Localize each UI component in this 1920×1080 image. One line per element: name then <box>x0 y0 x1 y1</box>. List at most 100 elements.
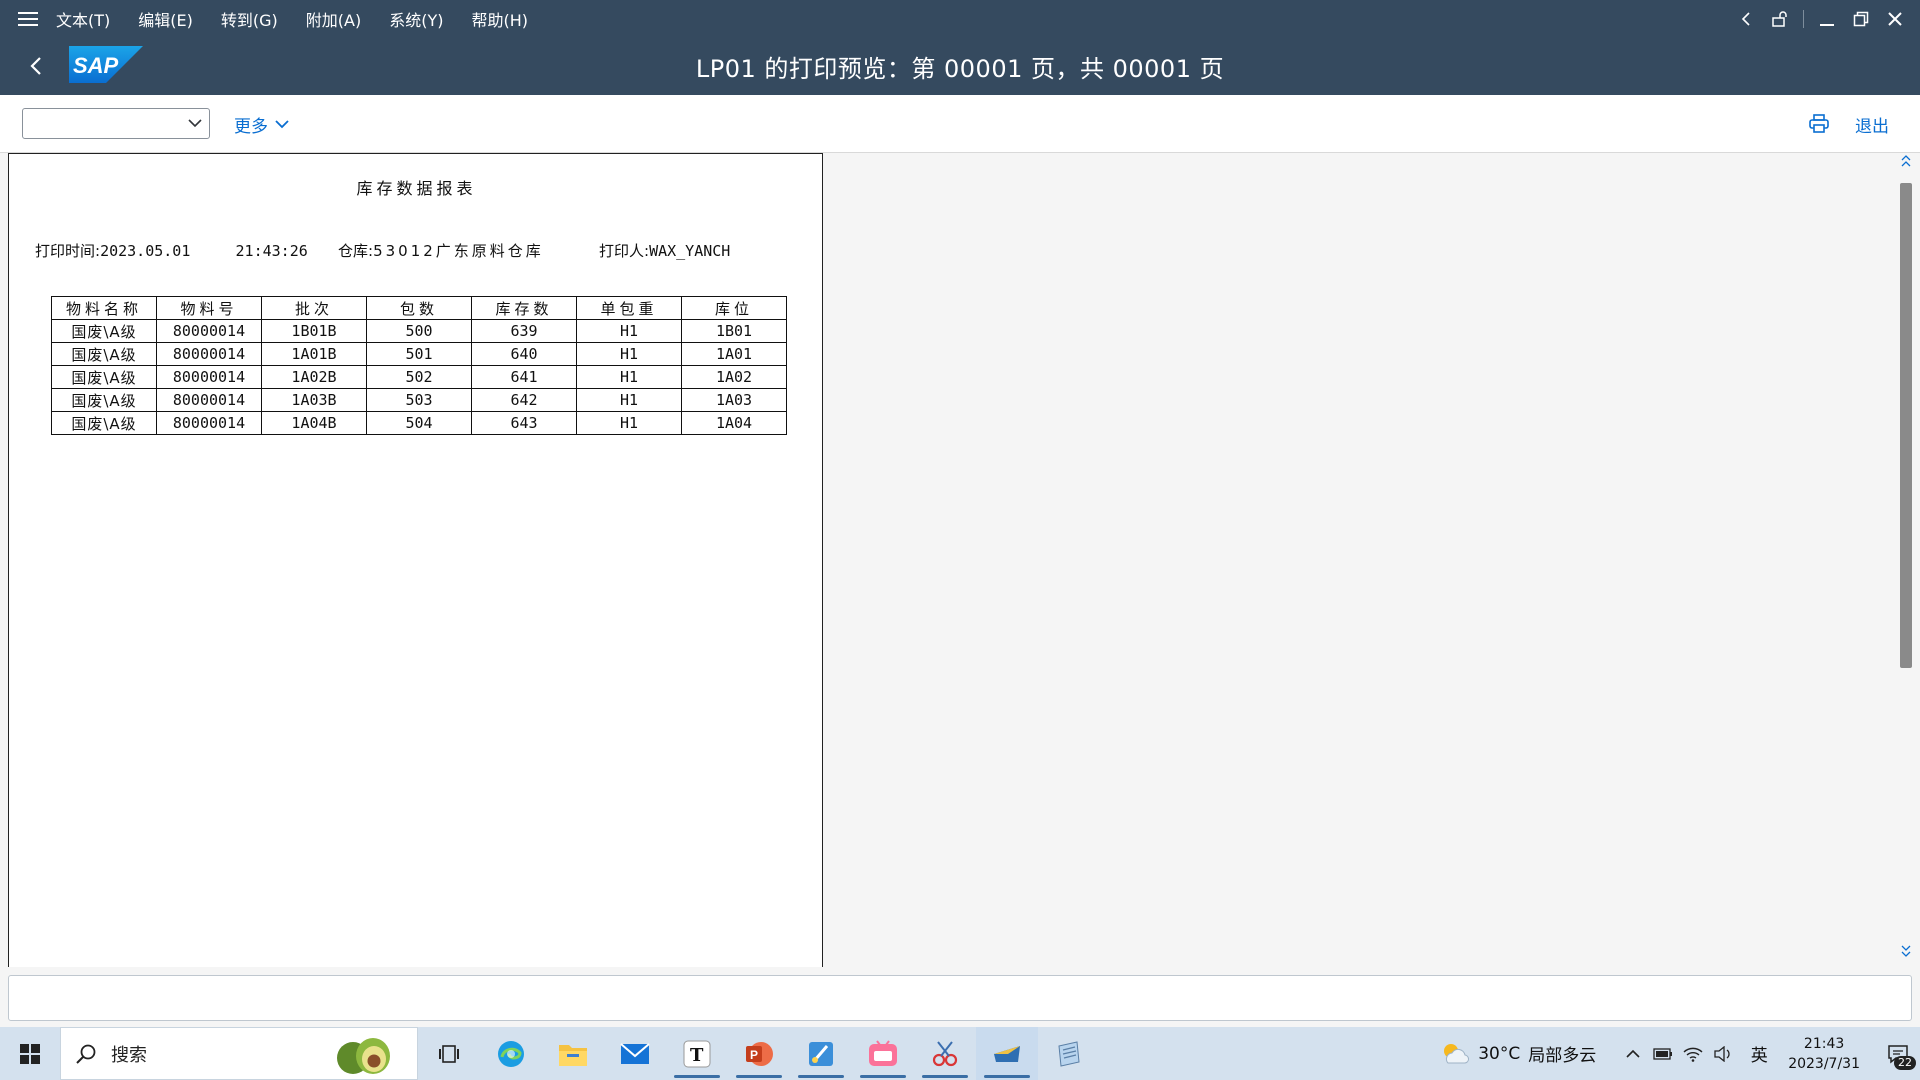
unlock-icon[interactable] <box>1763 0 1797 37</box>
column-header: 物料号 <box>156 296 262 320</box>
avocado-search-highlight-icon <box>337 1038 390 1074</box>
table-cell: 503 <box>366 388 472 412</box>
table-cell: H1 <box>576 388 682 412</box>
menu-item-text[interactable]: 文本(T) <box>56 7 110 31</box>
volume-icon[interactable] <box>1710 1041 1736 1067</box>
menu-item-system[interactable]: 系统(Y) <box>389 7 443 31</box>
printer-info: 打印人:WAX_YANCH <box>599 240 730 261</box>
table-cell: 国废\A级 <box>51 411 157 435</box>
table-cell: 1A04B <box>261 411 367 435</box>
table-cell: 639 <box>471 319 577 343</box>
minimize-icon[interactable] <box>1810 0 1844 37</box>
menu-item-goto[interactable]: 转到(G) <box>221 7 278 31</box>
show-hidden-icons-chevron-icon[interactable] <box>1620 1041 1646 1067</box>
more-button[interactable]: 更多 <box>234 109 290 139</box>
column-header: 批次 <box>261 296 367 320</box>
column-header: 单包重 <box>576 296 682 320</box>
table-cell: 1B01 <box>681 319 787 343</box>
typora-icon: T <box>683 1040 711 1067</box>
report-title: 库存数据报表 <box>356 179 477 198</box>
table-cell: 国废\A级 <box>51 319 157 343</box>
column-header: 包数 <box>366 296 472 320</box>
column-header: 物料名称 <box>51 296 157 320</box>
table-cell: 国废\A级 <box>51 388 157 412</box>
table-row: 国废\A级 80000014 1B01B 500 639 H1 1B01 <box>51 319 787 343</box>
table-cell: 640 <box>471 342 577 366</box>
printer-icon <box>1809 114 1829 133</box>
print-button[interactable] <box>1802 107 1836 141</box>
hamburger-menu-icon[interactable] <box>0 0 56 37</box>
print-time-label: 打印时间: <box>35 242 101 260</box>
table-cell: 501 <box>366 342 472 366</box>
taskbar-app-typora[interactable]: T <box>666 1027 728 1080</box>
taskbar-app-mail[interactable] <box>604 1027 666 1080</box>
table-cell: H1 <box>576 365 682 389</box>
clock-time: 21:43 <box>1803 1035 1845 1052</box>
taskbar-app-file-explorer[interactable] <box>542 1027 604 1080</box>
table-cell: 1A04 <box>681 411 787 435</box>
chevron-down-icon <box>275 120 289 129</box>
taskbar-app-bilibili[interactable] <box>852 1027 914 1080</box>
partly-cloudy-icon <box>1444 1043 1470 1064</box>
status-message-field[interactable] <box>8 975 1912 1021</box>
mail-icon <box>620 1042 650 1064</box>
svg-text:T: T <box>690 1045 704 1066</box>
menu-item-help[interactable]: 帮助(H) <box>471 7 528 31</box>
collapse-chevron-icon[interactable] <box>1729 0 1763 37</box>
vertical-scrollbar[interactable] <box>1892 153 1920 967</box>
task-view-icon <box>439 1044 459 1063</box>
menu-item-extras[interactable]: 附加(A) <box>306 7 361 31</box>
table-cell: 80000014 <box>156 319 262 343</box>
wifi-icon[interactable] <box>1680 1041 1706 1067</box>
toolbar: 更多 退出 <box>0 95 1920 153</box>
table-cell: 502 <box>366 365 472 389</box>
command-field-combo[interactable] <box>22 108 210 139</box>
printer-value: WAX_YANCH <box>649 242 731 260</box>
taskbar-app-sap-logon[interactable] <box>976 1027 1038 1080</box>
taskbar-app-snipping-tool[interactable] <box>914 1027 976 1080</box>
table-cell: 500 <box>366 319 472 343</box>
input-method-indicator[interactable]: 英 <box>1746 1041 1772 1067</box>
table-row: 国废\A级 80000014 1A01B 501 640 H1 1A01 <box>51 342 787 366</box>
scroll-up-icon[interactable] <box>1900 153 1912 177</box>
taskbar-app-powerpoint[interactable]: P <box>728 1027 790 1080</box>
table-cell: 80000014 <box>156 365 262 389</box>
weather-temp: 30°C <box>1478 1043 1521 1064</box>
table-cell: 国废\A级 <box>51 365 157 389</box>
system-tray: 30°C 局部多云 英 21:43 2023/7/31 22 <box>1440 1027 1920 1080</box>
window-controls-divider <box>1803 9 1804 28</box>
notification-center-button[interactable]: 22 <box>1876 1027 1920 1080</box>
folder-icon <box>559 1044 587 1066</box>
task-view-button[interactable] <box>418 1027 480 1080</box>
preview-area: 库存数据报表 打印时间:2023.05.01 21:43:26 仓库:53012… <box>0 153 1920 967</box>
menu-item-edit[interactable]: 编辑(E) <box>138 7 193 31</box>
scroll-down-icon[interactable] <box>1900 939 1912 963</box>
status-bar <box>0 967 1920 1027</box>
table-cell: 1A03 <box>681 388 787 412</box>
exit-button[interactable]: 退出 <box>1855 109 1889 139</box>
taskbar-search-box[interactable]: 搜索 <box>60 1027 418 1080</box>
taskbar-app-edge[interactable] <box>480 1027 542 1080</box>
windows-taskbar: 搜索 T P 30°C 局部多云 英 21:43 2023/7/31 22 <box>0 1027 1920 1080</box>
start-button[interactable] <box>0 1027 60 1080</box>
weather-widget[interactable]: 30°C 局部多云 <box>1440 1041 1596 1067</box>
taskbar-app-notepad[interactable] <box>1038 1027 1100 1080</box>
table-cell: 国废\A级 <box>51 342 157 366</box>
scrollbar-thumb[interactable] <box>1900 183 1912 668</box>
close-icon[interactable] <box>1878 0 1912 37</box>
page-title: LP01 的打印预览：第 00001 页，共 00001 页 <box>695 54 1225 83</box>
taskbar-app-paint[interactable] <box>790 1027 852 1080</box>
table-cell: 1A02 <box>681 365 787 389</box>
bilibili-icon <box>869 1039 897 1066</box>
table-cell: 80000014 <box>156 388 262 412</box>
restore-icon[interactable] <box>1844 0 1878 37</box>
table-cell: H1 <box>576 411 682 435</box>
battery-icon[interactable] <box>1650 1041 1676 1067</box>
column-header: 库位 <box>681 296 787 320</box>
search-icon <box>76 1044 96 1064</box>
search-label: 搜索 <box>111 1044 147 1066</box>
taskbar-clock[interactable]: 21:43 2023/7/31 <box>1788 1034 1860 1074</box>
notepad-icon <box>1058 1040 1080 1067</box>
table-cell: 643 <box>471 411 577 435</box>
column-header: 库存数 <box>471 296 577 320</box>
